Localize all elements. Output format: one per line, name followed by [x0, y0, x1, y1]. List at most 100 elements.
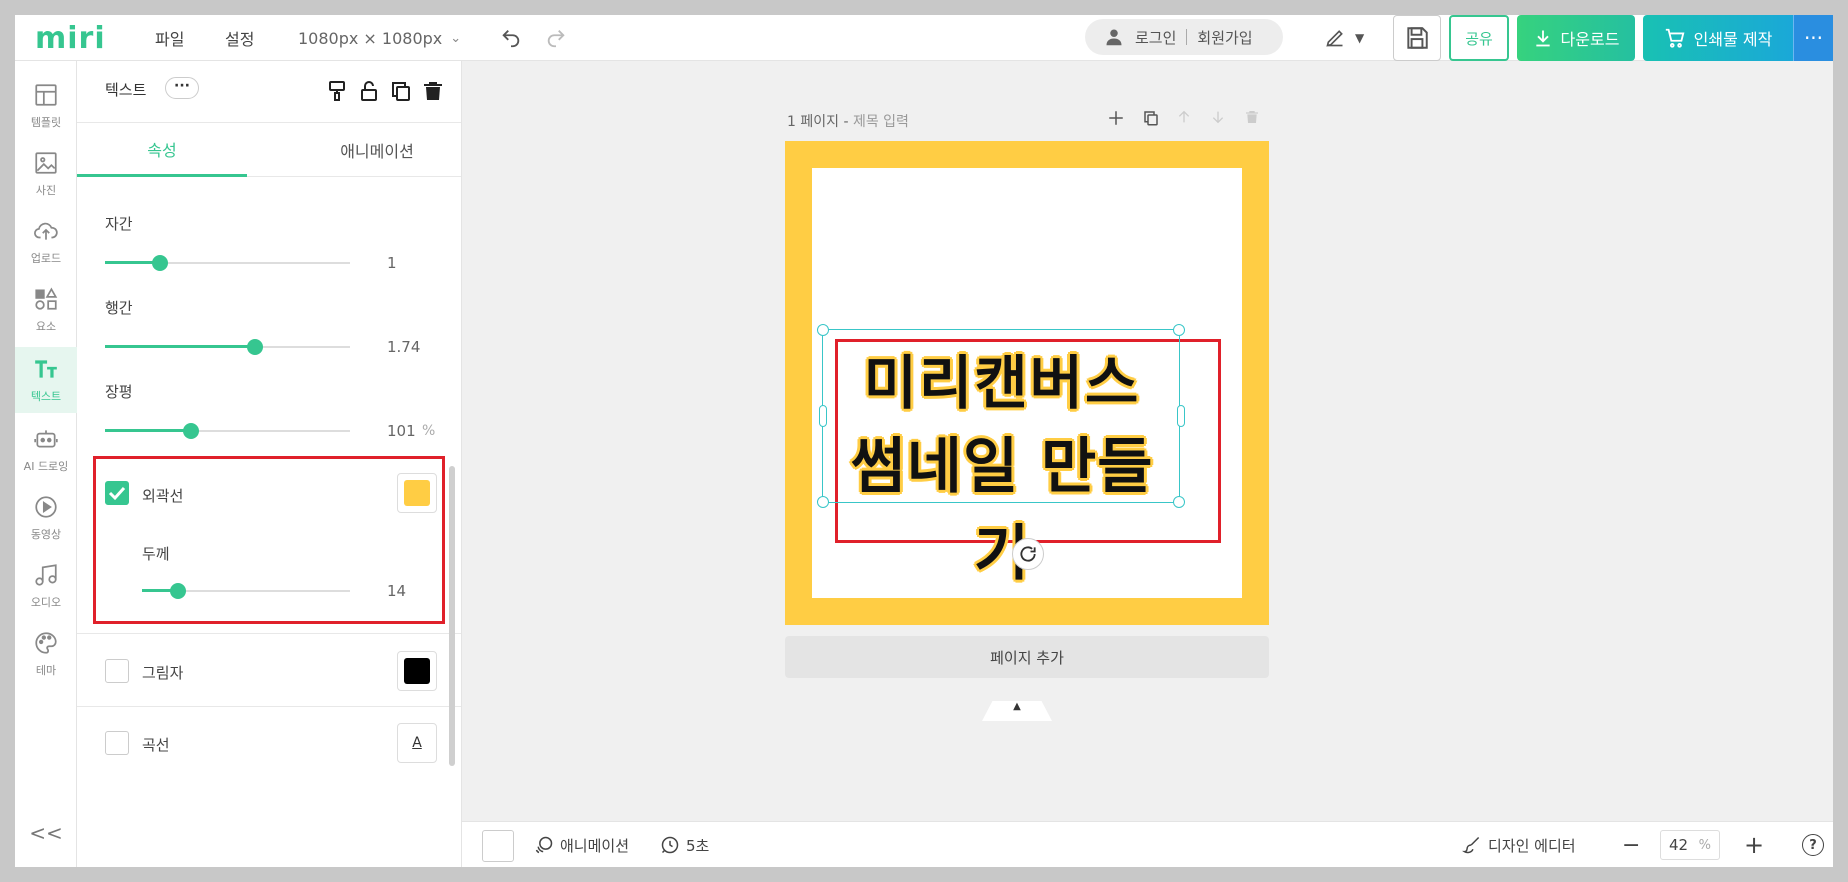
edit-mode-dropdown[interactable]: ▼: [1325, 15, 1364, 61]
panel-title: 텍스트: [105, 81, 147, 99]
login-link[interactable]: 로그인: [1135, 27, 1176, 48]
rail-label: 템플릿: [30, 116, 62, 129]
miri-logo[interactable]: miri: [35, 15, 106, 61]
thickness-slider[interactable]: [142, 581, 350, 601]
width-ratio-slider[interactable]: [105, 421, 350, 441]
slider-knob[interactable]: [170, 583, 186, 599]
chevron-up-icon: ▲: [1013, 701, 1021, 712]
download-button[interactable]: 다운로드: [1517, 15, 1635, 61]
rail-item-template[interactable]: 템플릿: [15, 73, 77, 139]
resize-handle[interactable]: [1177, 405, 1185, 427]
add-page-icon[interactable]: [1107, 109, 1125, 132]
page-title-input[interactable]: 제목 입력: [853, 114, 909, 130]
print-order-button[interactable]: 인쇄물 제작: [1643, 15, 1793, 61]
canvas-text-line2[interactable]: 썸네일 만들기: [823, 418, 1181, 592]
text-selection-box[interactable]: 미리캔버스 썸네일 만들기: [817, 324, 1185, 589]
tab-animation[interactable]: 애니메이션: [292, 123, 461, 177]
design-editor-label: 디자인 에디터: [1488, 836, 1576, 855]
rail-item-elements[interactable]: 요소: [15, 277, 77, 343]
upload-icon: [34, 222, 58, 240]
divider: [1186, 29, 1188, 45]
rail-item-video[interactable]: 동영상: [15, 485, 77, 551]
width-ratio-unit: %: [422, 423, 436, 439]
expand-pages-tab[interactable]: ▲: [982, 701, 1052, 721]
zoom-in-button[interactable]: +: [1744, 822, 1764, 867]
canvas-size-dropdown[interactable]: 1080px × 1080px ⌄: [298, 15, 461, 61]
slider-knob[interactable]: [183, 423, 199, 439]
zoom-input[interactable]: 42 %: [1660, 830, 1720, 860]
design-editor-button[interactable]: 디자인 에디터: [1462, 822, 1576, 867]
background-color-swatch[interactable]: [482, 830, 514, 862]
format-paint-icon[interactable]: [325, 79, 349, 103]
outline-checkbox[interactable]: [105, 481, 129, 505]
panel-more-button[interactable]: ···: [165, 77, 199, 99]
canvas-area: 1 페이지 - 제목 입력 미리캔버스 썸네일 만들기 페이지 추가 ▲: [462, 61, 1833, 821]
rail-label: 텍스트: [30, 390, 62, 403]
more-options-button[interactable]: ···: [1793, 15, 1833, 61]
curve-label: 곡선: [142, 736, 170, 754]
rail-label: 요소: [35, 320, 57, 333]
unlock-icon[interactable]: [357, 79, 381, 103]
resize-handle[interactable]: [1173, 324, 1185, 336]
minus-icon: −: [1622, 832, 1641, 858]
zoom-out-button[interactable]: −: [1622, 822, 1640, 867]
panel-tabs: 속성 애니메이션: [77, 123, 461, 177]
rotate-handle[interactable]: [1012, 538, 1044, 570]
signup-link[interactable]: 회원가입: [1197, 27, 1252, 48]
file-menu[interactable]: 파일: [155, 15, 184, 61]
add-page-button[interactable]: 페이지 추가: [785, 636, 1269, 678]
canvas-text-line1[interactable]: 미리캔버스: [823, 336, 1181, 420]
copy-page-icon[interactable]: [1142, 109, 1160, 132]
width-ratio-label: 장평: [105, 383, 133, 401]
tab-properties[interactable]: 속성: [77, 123, 247, 177]
save-button[interactable]: [1393, 15, 1441, 61]
outline-color-picker[interactable]: [397, 473, 437, 513]
line-height-slider[interactable]: [105, 337, 350, 357]
rail-item-text[interactable]: 텍스트: [15, 347, 77, 413]
artboard[interactable]: 미리캔버스 썸네일 만들기: [785, 141, 1269, 625]
left-rail: 템플릿 사진 업로드 요소 텍스트 AI 드로잉 동영상 오디오 테마 <<: [15, 61, 77, 867]
rail-item-photo[interactable]: 사진: [15, 141, 77, 207]
resize-handle[interactable]: [1173, 496, 1185, 508]
page-number: 1 페이지: [787, 114, 839, 130]
resize-handle[interactable]: [817, 496, 829, 508]
thickness-value: 14: [387, 582, 407, 600]
settings-menu[interactable]: 설정: [225, 15, 254, 61]
undo-icon[interactable]: [500, 15, 522, 61]
photo-icon: [35, 152, 57, 174]
collapse-rail-button[interactable]: <<: [15, 821, 77, 851]
video-icon: [35, 496, 57, 518]
animation-button[interactable]: 애니메이션: [534, 822, 629, 867]
duration-button[interactable]: 5초: [660, 822, 709, 867]
slider-knob[interactable]: [152, 255, 168, 271]
rail-item-ai-drawing[interactable]: AI 드로잉: [15, 417, 77, 483]
move-up-icon[interactable]: [1176, 109, 1192, 130]
panel-scrollbar[interactable]: [449, 466, 455, 766]
letter-spacing-slider[interactable]: [105, 253, 350, 273]
help-button[interactable]: ?: [1802, 834, 1824, 856]
curve-style-button[interactable]: A: [397, 723, 437, 763]
resize-handle[interactable]: [817, 324, 829, 336]
line-height-value: 1.74: [387, 338, 421, 356]
share-button[interactable]: 공유: [1449, 15, 1509, 61]
slider-knob[interactable]: [247, 339, 263, 355]
shadow-color-picker[interactable]: [397, 651, 437, 691]
curve-checkbox[interactable]: [105, 731, 129, 755]
rail-item-upload[interactable]: 업로드: [15, 209, 77, 275]
rail-label: 사진: [35, 184, 57, 197]
canvas-size-label: 1080px × 1080px: [298, 28, 443, 48]
duplicate-icon[interactable]: [389, 79, 413, 103]
redo-icon[interactable]: [545, 15, 567, 61]
trash-icon[interactable]: [421, 79, 445, 103]
delete-page-icon[interactable]: [1244, 109, 1260, 130]
rail-item-theme[interactable]: 테마: [15, 621, 77, 687]
move-down-icon[interactable]: [1210, 109, 1226, 130]
animation-label: 애니메이션: [560, 836, 630, 855]
rail-label: 오디오: [30, 596, 62, 609]
pen-icon: [1326, 30, 1343, 47]
resize-handle[interactable]: [819, 405, 827, 427]
shadow-label: 그림자: [142, 664, 184, 682]
rail-item-audio[interactable]: 오디오: [15, 553, 77, 619]
shadow-checkbox[interactable]: [105, 659, 129, 683]
rail-label: 테마: [35, 664, 57, 677]
